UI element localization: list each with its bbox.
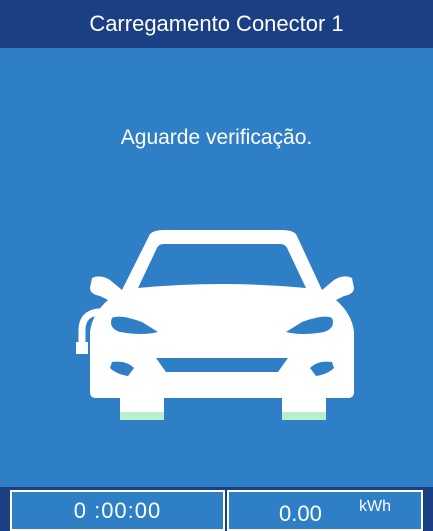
status-message: Aguarde verificação. [120,126,313,149]
energy-panel: 0.00 kWh [227,490,423,531]
footer-bar: 0 :00:00 0.00 kWh [0,487,433,531]
car-front-icon [76,230,354,420]
charging-screen: Carregamento Conector 1 Aguarde verifica… [0,0,433,531]
energy-value: 0.00 [279,501,322,526]
elapsed-time: 0 :00:00 [73,497,162,523]
page-title: Carregamento Conector 1 [89,11,344,36]
energy-unit: kWh [359,498,391,515]
elapsed-time-panel: 0 :00:00 [10,490,225,531]
screen-header: Carregamento Conector 1 [0,0,433,48]
